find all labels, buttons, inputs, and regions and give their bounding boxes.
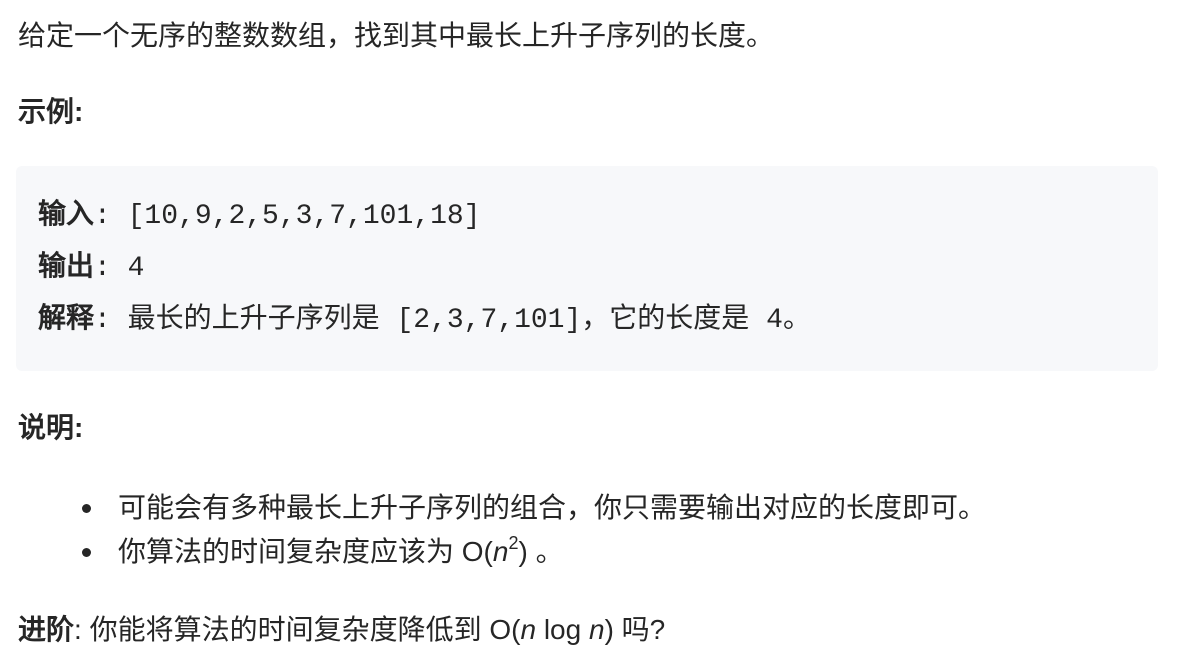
list-item: 可能会有多种最长上升子序列的组合，你只需要输出对应的长度即可。	[0, 486, 986, 530]
example-output-line: 输出: 4	[38, 250, 145, 284]
bullet-icon	[82, 548, 91, 557]
math-n: n	[520, 614, 537, 645]
notes-list: 可能会有多种最长上升子序列的组合，你只需要输出对应的长度即可。 你算法的时间复杂…	[0, 486, 986, 574]
note-text-1: 可能会有多种最长上升子序列的组合，你只需要输出对应的长度即可。	[118, 492, 987, 523]
explain-number: 4	[766, 305, 783, 336]
bullet-icon	[82, 504, 91, 513]
example-explain-line: 解释: 最长的上升子序列是 [2,3,7,101]，它的长度是 4。	[38, 302, 811, 336]
advanced-question: 进阶: 你能将算法的时间复杂度降低到 O(n log n) 吗?	[18, 608, 665, 652]
explain-text-post: ，它的长度是	[581, 302, 750, 333]
explain-end: 。	[782, 302, 811, 333]
problem-description: 给定一个无序的整数数组，找到其中最长上升子序列的长度。	[18, 20, 775, 51]
note-text-2-pre: 你算法的时间复杂度应该为 O(	[118, 536, 493, 567]
output-value: 4	[127, 253, 145, 284]
explain-text-pre: 最长的上升子序列是	[127, 302, 380, 333]
example-input-line: 输入: [10,9,2,5,3,7,101,18]	[38, 198, 481, 232]
list-item: 你算法的时间复杂度应该为 O(n2) 。	[0, 530, 986, 574]
notes-heading: 说明:	[18, 412, 84, 443]
input-value: [10,9,2,5,3,7,101,18]	[127, 201, 481, 232]
note-text-2-post: ) 。	[518, 536, 564, 567]
output-label: 输出	[38, 250, 95, 281]
advanced-text-pre: : 你能将算法的时间复杂度降低到 O(	[74, 614, 521, 645]
example-heading: 示例:	[18, 96, 84, 127]
advanced-label: 进阶	[18, 614, 75, 645]
input-label: 输入	[38, 198, 95, 229]
math-n: n	[588, 614, 605, 645]
advanced-text-post: ) 吗?	[604, 614, 666, 645]
math-log: log	[536, 614, 589, 645]
math-n: n	[492, 536, 509, 567]
math-exponent: 2	[508, 532, 519, 553]
explain-label: 解释	[38, 302, 95, 333]
explain-sequence: [2,3,7,101]	[396, 305, 582, 336]
